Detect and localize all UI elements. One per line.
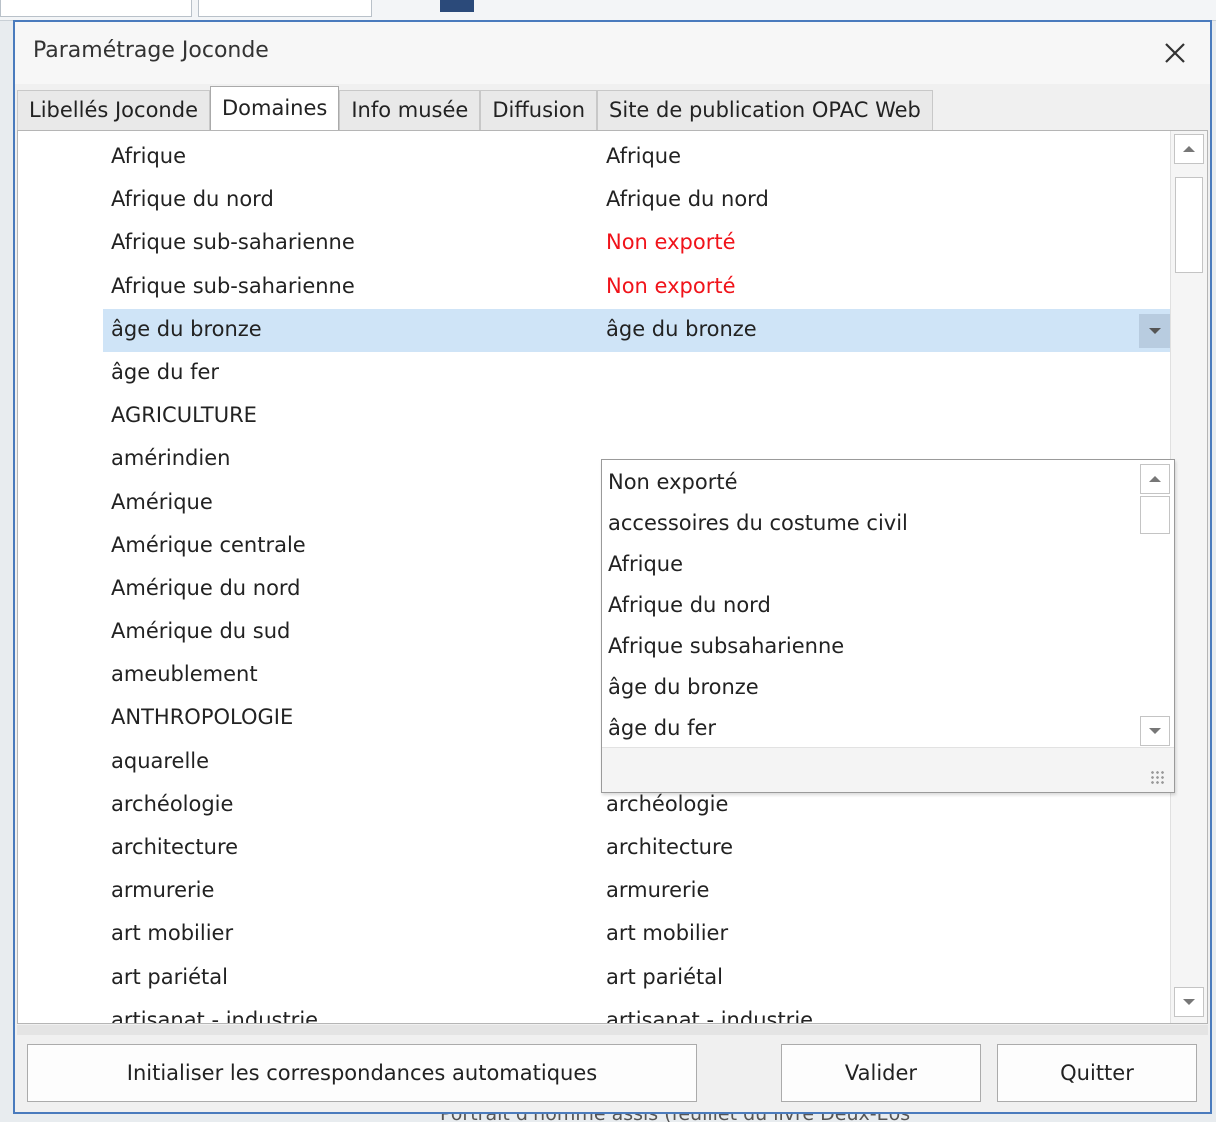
- source-domain-cell: Afrique du nord: [111, 187, 274, 212]
- background-app-header: [0, 0, 1216, 21]
- bottom-separator: [17, 1025, 1208, 1035]
- list-row[interactable]: Afrique sub-saharienne Non exporté: [18, 266, 1170, 309]
- tab-info-mus-e[interactable]: Info musée: [339, 90, 481, 130]
- source-domain-cell: architecture: [111, 835, 239, 859]
- scroll-up-button[interactable]: [1174, 134, 1204, 164]
- background-cell: [0, 0, 192, 17]
- dropdown-option[interactable]: accessoires du costume civil: [602, 505, 1137, 546]
- list-row[interactable]: AGRICULTURE: [18, 395, 1170, 438]
- source-domain-cell: aquarelle: [111, 748, 210, 773]
- dropdown-scroll-down-button[interactable]: [1140, 716, 1170, 746]
- scroll-down-button[interactable]: [1174, 987, 1204, 1017]
- dropdown-option[interactable]: Afrique du nord: [602, 587, 1137, 628]
- list-row[interactable]: art mobilier art mobilier: [18, 913, 1170, 956]
- list-row[interactable]: art pariétal art pariétal: [18, 957, 1170, 1000]
- source-domain-cell: âge du bronze: [111, 316, 262, 341]
- domain-dropdown-popup: Non exporté accessoires du costume civil A…: [601, 459, 1175, 793]
- target-domain-cell[interactable]: Afrique: [606, 144, 681, 168]
- dropdown-option[interactable]: Afrique: [602, 546, 1137, 587]
- target-domain-cell[interactable]: armurerie: [606, 878, 709, 902]
- list-row[interactable]: armurerie armurerie: [18, 870, 1170, 913]
- source-domain-cell: armurerie: [111, 878, 215, 903]
- close-icon: [1165, 43, 1185, 63]
- source-domain-cell: AGRICULTURE: [111, 403, 257, 428]
- target-domain-cell[interactable]: art mobilier: [606, 921, 728, 945]
- tab-diffusion[interactable]: Diffusion: [480, 90, 598, 130]
- parametrage-dialog: Paramétrage Joconde Libellés Joconde Doma…: [13, 20, 1212, 1114]
- dropdown-arrow-icon[interactable]: [1139, 313, 1171, 348]
- tab-site-de-publication-opac-web[interactable]: Site de publication OPAC Web: [597, 90, 933, 130]
- target-domain-cell[interactable]: artisanat - industrie: [606, 1008, 813, 1023]
- target-domain-cell[interactable]: Afrique du nord: [606, 187, 769, 211]
- source-domain-cell: archéologie: [111, 791, 234, 816]
- source-domain-cell: Afrique sub-saharienne: [111, 273, 355, 298]
- tab-libell-s-joconde[interactable]: Libellés Joconde: [17, 90, 210, 130]
- source-domain-cell: Amérique du nord: [111, 575, 301, 600]
- source-domain-cell: Amérique centrale: [111, 532, 306, 557]
- tab-bar: Libellés Joconde Domaines Info musée Diffus…: [17, 86, 933, 130]
- init-auto-mapping-button[interactable]: Initialiser les correspondances automati…: [27, 1044, 697, 1102]
- background-cell: [198, 0, 372, 17]
- resize-grip-icon[interactable]: [1150, 770, 1166, 786]
- close-button[interactable]: [1152, 30, 1198, 76]
- target-domain-cell[interactable]: art pariétal: [606, 965, 723, 989]
- quit-button[interactable]: Quitter: [997, 1044, 1197, 1102]
- title-bar: Paramétrage Joconde: [15, 22, 1210, 84]
- target-domain-cell[interactable]: Non exporté: [606, 274, 736, 298]
- dropdown-options-list: Non exporté accessoires du costume civil A…: [602, 464, 1137, 751]
- list-vertical-scrollbar[interactable]: [1170, 131, 1207, 1023]
- scroll-thumb[interactable]: [1175, 177, 1203, 273]
- source-domain-cell: amérindien: [111, 446, 231, 471]
- list-row[interactable]: âge du bronze âge du bronze: [18, 308, 1171, 352]
- dropdown-option[interactable]: âge du bronze: [602, 669, 1137, 710]
- validate-button[interactable]: Valider: [781, 1044, 981, 1102]
- target-domain-cell[interactable]: Non exporté: [606, 230, 736, 254]
- target-domain-cell[interactable]: âge du bronze: [606, 317, 757, 341]
- list-row[interactable]: Afrique du nord Afrique du nord: [18, 179, 1170, 222]
- dropdown-scroll-thumb[interactable]: [1140, 496, 1170, 534]
- domains-list-panel: Afrique Afrique Afrique du nord Afrique du …: [17, 130, 1208, 1024]
- source-domain-cell: âge du fer: [111, 359, 220, 384]
- dropdown-scrollbar[interactable]: [1138, 462, 1172, 748]
- tab-domaines[interactable]: Domaines: [209, 86, 340, 130]
- source-domain-cell: ameublement: [111, 662, 258, 687]
- target-domain-cell[interactable]: architecture: [606, 835, 733, 859]
- dropdown-option[interactable]: Afrique subsaharienne: [602, 628, 1137, 669]
- source-domain-cell: artisanat - industrie: [111, 1007, 319, 1024]
- dialog-title: Paramétrage Joconde: [33, 38, 269, 63]
- list-row[interactable]: architecture architecture: [18, 827, 1170, 870]
- source-domain-cell: Amérique du sud: [111, 619, 291, 644]
- list-row[interactable]: artisanat - industrie artisanat - industr…: [18, 1000, 1170, 1024]
- source-domain-cell: art pariétal: [111, 964, 228, 989]
- background-marker: [440, 0, 474, 12]
- dropdown-scroll-up-button[interactable]: [1140, 464, 1170, 494]
- dropdown-footer: [602, 747, 1174, 792]
- source-domain-cell: Amérique: [111, 489, 213, 514]
- dropdown-option[interactable]: Non exporté: [602, 464, 1137, 505]
- source-domain-cell: Afrique sub-saharienne: [111, 230, 355, 255]
- source-domain-cell: Afrique: [111, 144, 187, 168]
- source-domain-cell: art mobilier: [111, 921, 234, 946]
- list-row[interactable]: Afrique sub-saharienne Non exporté: [18, 222, 1170, 265]
- source-domain-cell: ANTHROPOLOGIE: [111, 705, 294, 730]
- list-row[interactable]: âge du fer: [18, 352, 1170, 395]
- list-row[interactable]: Afrique Afrique: [18, 136, 1170, 179]
- dropdown-option[interactable]: âge du fer: [602, 710, 1137, 751]
- target-domain-cell[interactable]: archéologie: [606, 792, 728, 816]
